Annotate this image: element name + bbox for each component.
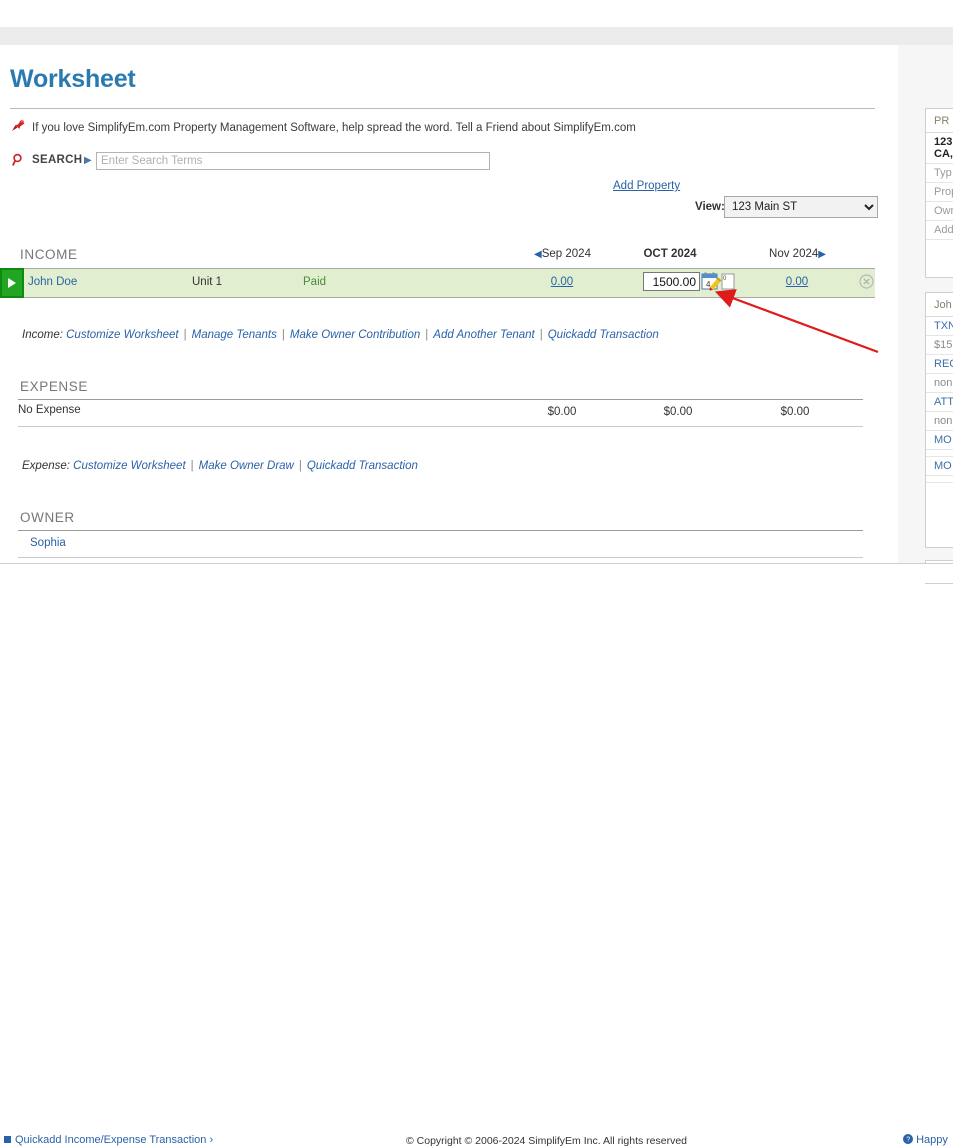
search-icon: [12, 153, 26, 167]
expense-link-make-owner-draw[interactable]: Make Owner Draw: [199, 460, 294, 472]
add-property-link[interactable]: Add Property: [613, 180, 680, 192]
expand-row-button[interactable]: [0, 268, 24, 298]
footer-quickadd-link[interactable]: Quickadd Income/Expense Transaction ›: [4, 1134, 213, 1146]
help-circle-icon: ?: [903, 1134, 913, 1144]
browser-top-strip: [0, 0, 953, 27]
no-expense-label: No Expense: [18, 404, 81, 416]
next-month-arrow-icon[interactable]: ▶: [818, 249, 826, 260]
expense-link-customize-worksheet[interactable]: Customize Worksheet: [73, 460, 185, 472]
page-title: Worksheet: [10, 65, 136, 94]
property-info-card: PR 123 CA, Typ Prop Own Add: [925, 108, 953, 278]
content-gutter: [889, 45, 898, 563]
search-input[interactable]: [96, 152, 490, 170]
tenant-txn-label: TXN: [926, 317, 953, 336]
tenant-rec-label: REC: [926, 355, 953, 374]
footer: Quickadd Income/Expense Transaction › © …: [0, 564, 953, 583]
footer-quickadd-caret-icon: ›: [209, 1134, 213, 1146]
tenant-att-value: non: [926, 412, 953, 431]
income-links-prefix: Income:: [22, 329, 63, 341]
month-label-next: Nov 2024: [769, 248, 818, 260]
payment-status: Paid: [303, 276, 326, 288]
link-separator: |: [294, 460, 307, 472]
owner-section-header: OWNER: [20, 510, 75, 525]
tenant-txn-value: $15: [926, 336, 953, 355]
pin-icon: [10, 119, 26, 135]
month-header-prev[interactable]: ◀Sep 2024: [510, 248, 615, 260]
property-type-label: Typ: [926, 164, 953, 183]
footer-help-link[interactable]: ? Happy: [903, 1134, 948, 1146]
link-separator: |: [179, 329, 192, 341]
sep-amount-link[interactable]: 0.00: [520, 276, 604, 288]
link-separator: |: [277, 329, 290, 341]
tenant-moveout-value: [926, 476, 953, 483]
tell-a-friend-row: If you love SimplifyEm.com Property Mana…: [10, 120, 870, 138]
prev-month-arrow-icon[interactable]: ◀: [534, 249, 542, 260]
owner-divider-top: [18, 530, 863, 531]
tenant-movein-value: [926, 450, 953, 457]
tenant-info-card: Joh TXN $15 REC non ATT non MO MO: [925, 292, 953, 548]
oct-amount-input[interactable]: [643, 272, 700, 291]
expand-triangle-icon: [8, 278, 16, 288]
property-card-header: PR: [926, 109, 953, 133]
unit-label: Unit 1: [192, 276, 222, 288]
tenant-movein-label: MO: [926, 431, 953, 450]
property-address-line1: 123: [926, 133, 953, 148]
property-add-label: Add: [926, 221, 953, 240]
income-links-bar: Income: Customize Worksheet|Manage Tenan…: [22, 329, 659, 341]
expense-divider-bottom: [18, 426, 863, 427]
expense-sep-amount: $0.00: [520, 406, 604, 418]
expense-links-bar: Expense: Customize Worksheet|Make Owner …: [22, 460, 418, 472]
expense-section-header: EXPENSE: [20, 379, 88, 394]
link-separator: |: [420, 329, 433, 341]
expense-nov-amount: $0.00: [753, 406, 837, 418]
month-label-prev: Sep 2024: [542, 248, 591, 260]
month-label-current: OCT 2024: [643, 248, 696, 260]
tenant-moveout-label: MO: [926, 457, 953, 476]
income-link-customize-worksheet[interactable]: Customize Worksheet: [66, 329, 178, 341]
property-address-line2: CA,: [926, 148, 953, 164]
property-owner-label: Own: [926, 202, 953, 221]
tenant-rec-value: non: [926, 374, 953, 393]
quickadd-square-icon: [4, 1136, 11, 1143]
svg-text:?: ?: [906, 1137, 910, 1144]
footer-help-label: Happy: [916, 1134, 948, 1146]
property-prop-label: Prop: [926, 183, 953, 202]
nov-amount-link[interactable]: 0.00: [755, 276, 839, 288]
month-header-next[interactable]: Nov 2024▶: [745, 248, 850, 260]
income-link-add-another-tenant[interactable]: Add Another Tenant: [433, 329, 534, 341]
income-row: [0, 268, 875, 298]
expense-link-quickadd-transaction[interactable]: Quickadd Transaction: [307, 460, 418, 472]
tell-a-friend-text: If you love SimplifyEm.com Property Mana…: [32, 122, 636, 134]
footer-copyright: © Copyright © 2006-2024 SimplifyEm Inc. …: [406, 1135, 687, 1147]
owner-divider-bottom: [18, 557, 863, 558]
expense-divider-top: [18, 399, 863, 400]
income-link-make-owner-contribution[interactable]: Make Owner Contribution: [290, 329, 420, 341]
income-link-quickadd-transaction[interactable]: Quickadd Transaction: [548, 329, 659, 341]
property-view-select[interactable]: 123 Main ST: [724, 196, 878, 218]
calendar-pencil-note-icon[interactable]: 4 0: [701, 272, 735, 291]
owner-name-link[interactable]: Sophia: [30, 537, 66, 549]
title-divider: [10, 108, 875, 109]
income-link-manage-tenants[interactable]: Manage Tenants: [192, 329, 277, 341]
browser-gray-band: [0, 27, 953, 45]
expense-oct-amount: $0.00: [636, 406, 720, 418]
link-separator: |: [186, 460, 199, 472]
tenant-att-label: ATT: [926, 393, 953, 412]
view-label: View:: [695, 201, 725, 213]
income-section-header: INCOME: [20, 247, 78, 262]
footer-quickadd-label: Quickadd Income/Expense Transaction: [15, 1134, 206, 1146]
delete-circle-x-icon[interactable]: [859, 274, 874, 289]
link-separator: |: [535, 329, 548, 341]
worksheet-page: Worksheet If you love SimplifyEm.com Pro…: [0, 0, 953, 583]
search-caret-icon: ▶: [84, 155, 92, 166]
tenant-card-header: Joh: [926, 293, 953, 317]
tenant-name-link[interactable]: John Doe: [28, 276, 77, 288]
expense-links-prefix: Expense:: [22, 460, 70, 472]
month-header-current: OCT 2024: [615, 248, 725, 260]
search-label: SEARCH: [32, 154, 82, 166]
